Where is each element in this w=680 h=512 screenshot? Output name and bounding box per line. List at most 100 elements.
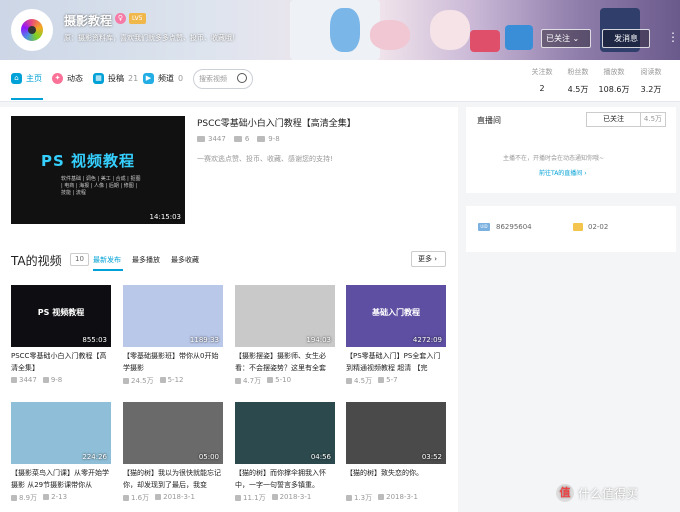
featured-video-thumbnail[interactable]: PS 视频教程 软件基础 | 调色 | 美工 | 合成 | 抠图 | 电商 | …	[11, 116, 185, 224]
video-thumbnail[interactable]: 194:03	[235, 285, 335, 347]
play-count: 24.5万	[123, 376, 154, 386]
tab-channel[interactable]: ▶ 频道 0	[143, 73, 183, 84]
tab-channel-count: 0	[178, 74, 184, 83]
video-title[interactable]: 【猫的树】而你撑伞拥我入怀中，一字一句誓言多镇重。	[235, 467, 335, 491]
video-thumbnail[interactable]: PS 视频教程 855:03	[11, 285, 111, 347]
publish-date-value: 2018-3-1	[163, 493, 195, 501]
nav-bar: ⌂ 主页 ✦ 动态 ▦ 投稿 21 ▶ 频道 0 搜索视频 关注数 2 粉丝数 …	[0, 60, 680, 102]
play-count: 3447	[197, 135, 226, 143]
live-offline-notice: 主播不在，开播时会在动态通知你哦~	[503, 155, 605, 162]
stat-followers[interactable]: 粉丝数 4.5万	[558, 67, 598, 95]
tab-submissions[interactable]: ▦ 投稿 21	[93, 73, 138, 84]
publish-date-value: 5-10	[275, 376, 292, 384]
signature: 原：摄影资料库，喜欢我们就多多点赞、投币、收藏哦！	[64, 34, 239, 42]
dynamic-icon: ✦	[52, 73, 63, 84]
stat-label: 阅读数	[640, 68, 662, 76]
publish-date: 9-8	[257, 135, 280, 143]
video-card[interactable]: 03:52 【猫的树】致失恋的你。 1.3万 2018-3-1	[346, 402, 446, 503]
search-input[interactable]: 搜索视频	[193, 69, 253, 89]
tab-dynamic[interactable]: ✦ 动态	[52, 73, 83, 84]
play-icon	[346, 495, 352, 501]
sort-most-favorited[interactable]: 最多收藏	[171, 255, 199, 265]
publish-date-value: 2018-3-1	[279, 493, 312, 501]
video-thumb-text: 基础入门教程	[372, 308, 420, 317]
publish-date: 2018-3-1	[271, 493, 312, 503]
video-card[interactable]: 1189:33 【零基础摄影班】带你从0开始学摄影 24.5万 5-12	[123, 285, 223, 386]
live-room-link[interactable]: 前往TA的直播间 ›	[539, 168, 587, 177]
video-card[interactable]: 194:03 【摄影摆姿】摄影师、女生必看：不会摆姿势？这里有全套 4.7万 5-10	[235, 285, 335, 386]
live-follower-count: 4.5万	[641, 112, 666, 127]
video-meta: 3447 9-8	[11, 376, 111, 384]
video-card[interactable]: 04:56 【猫的树】而你撑伞拥我入怀中，一字一句誓言多镇重。 11.1万 2018-…	[235, 402, 335, 503]
video-thumbnail[interactable]: 1189:33	[123, 285, 223, 347]
video-thumbnail[interactable]: 05:00	[123, 402, 223, 464]
sort-latest[interactable]: 最新发布	[93, 255, 121, 265]
clock-icon	[155, 494, 162, 500]
video-thumbnail[interactable]: 基础入门教程 4272:09	[346, 285, 446, 347]
publish-date: 9-8	[42, 376, 63, 384]
video-title[interactable]: 【猫的树】致失恋的你。	[346, 467, 446, 491]
publish-date-value: 9-8	[268, 135, 280, 143]
stat-following[interactable]: 关注数 2	[522, 67, 562, 93]
clock-icon	[378, 494, 385, 500]
video-card[interactable]: PS 视频教程 855:03 PSCC零基础小白入门教程【高清全集】 3447 9-8	[11, 285, 111, 384]
clock-icon	[378, 377, 385, 383]
more-icon[interactable]: ⋮	[667, 30, 679, 44]
sort-most-played[interactable]: 最多播放	[132, 255, 160, 265]
banner-plush	[370, 20, 410, 50]
video-duration: 03:52	[421, 453, 442, 461]
video-card[interactable]: 224:26 【摄影菜鸟入门课】从零开始学摄影 从29节摄影课带你从 8.9万 2-1…	[11, 402, 111, 503]
play-icon	[346, 378, 352, 384]
watermark: 值 什么值得买	[556, 484, 638, 502]
video-thumbnail[interactable]: 04:56	[235, 402, 335, 464]
tab-submissions-label: 投稿	[108, 74, 124, 83]
play-count: 11.1万	[235, 493, 266, 503]
publish-date-value: 9-8	[50, 376, 63, 384]
live-follow-button[interactable]: 已关注	[586, 112, 641, 127]
submissions-icon: ▦	[93, 73, 104, 84]
tab-home-label: 主页	[26, 74, 42, 83]
level-badge: LV5	[129, 13, 146, 24]
video-title[interactable]: 【零基础摄影班】带你从0开始学摄影	[123, 350, 223, 374]
video-title[interactable]: 【摄影菜鸟入门课】从零开始学摄影 从29节摄影课带你从	[11, 467, 111, 491]
video-title[interactable]: PSCC零基础小白入门教程【高清全集】	[11, 350, 111, 374]
chevron-right-icon: ›	[434, 255, 438, 263]
stat-label: 播放数	[603, 68, 625, 76]
follow-button[interactable]: 已关注 ⌄	[541, 29, 591, 48]
video-duration: 14:15:03	[149, 213, 181, 221]
play-icon	[123, 495, 129, 501]
uid-value: 86295604	[496, 223, 532, 231]
video-duration: 224:26	[82, 453, 107, 461]
video-thumbnail[interactable]: 224:26	[11, 402, 111, 464]
publish-date-value: 5-12	[167, 376, 184, 384]
video-card[interactable]: 05:00 【猫的树】我以为很快就能忘记你，却发现到了最后，我变 1.6万 2018-…	[123, 402, 223, 503]
more-videos-button[interactable]: 更多 ›	[411, 251, 446, 267]
smzdm-logo-icon: 值	[556, 484, 574, 502]
avatar[interactable]	[11, 9, 53, 51]
tab-home[interactable]: ⌂ 主页	[11, 73, 42, 84]
stat-value: 3.2万	[640, 85, 662, 94]
message-button[interactable]: 发消息	[602, 29, 650, 48]
search-icon[interactable]	[237, 73, 247, 83]
video-duration: 855:03	[82, 336, 107, 344]
home-icon: ⌂	[11, 73, 22, 84]
video-title[interactable]: 【猫的树】我以为很快就能忘记你，却发现到了最后，我变	[123, 467, 223, 491]
video-title[interactable]: 【PS零基础入门】PS全套入门到精通视频教程 超清 【完	[346, 350, 446, 374]
search-placeholder: 搜索视频	[199, 75, 227, 83]
birthday-cake-icon	[573, 223, 583, 231]
featured-thumb-title: PS 视频教程	[41, 152, 136, 170]
play-count-value: 8.9万	[19, 494, 38, 502]
video-meta: 4.5万 5-7	[346, 376, 446, 386]
video-duration: 05:00	[198, 453, 219, 461]
video-thumbnail[interactable]: 03:52	[346, 402, 446, 464]
featured-video-meta: 3447 6 9-8	[197, 135, 280, 143]
danmaku-count: 6	[233, 135, 250, 143]
play-count-value: 3447	[208, 135, 226, 143]
danmaku-count-value: 6	[244, 135, 250, 143]
video-card[interactable]: 基础入门教程 4272:09 【PS零基础入门】PS全套入门到精通视频教程 超清 【…	[346, 285, 446, 386]
featured-video-title[interactable]: PSCC零基础小白入门教程【高清全集】	[197, 116, 356, 129]
play-icon	[235, 495, 241, 501]
video-title[interactable]: 【摄影摆姿】摄影师、女生必看：不会摆姿势？这里有全套	[235, 350, 335, 374]
birthday-value: 02-02	[588, 223, 609, 231]
play-icon	[235, 378, 241, 384]
